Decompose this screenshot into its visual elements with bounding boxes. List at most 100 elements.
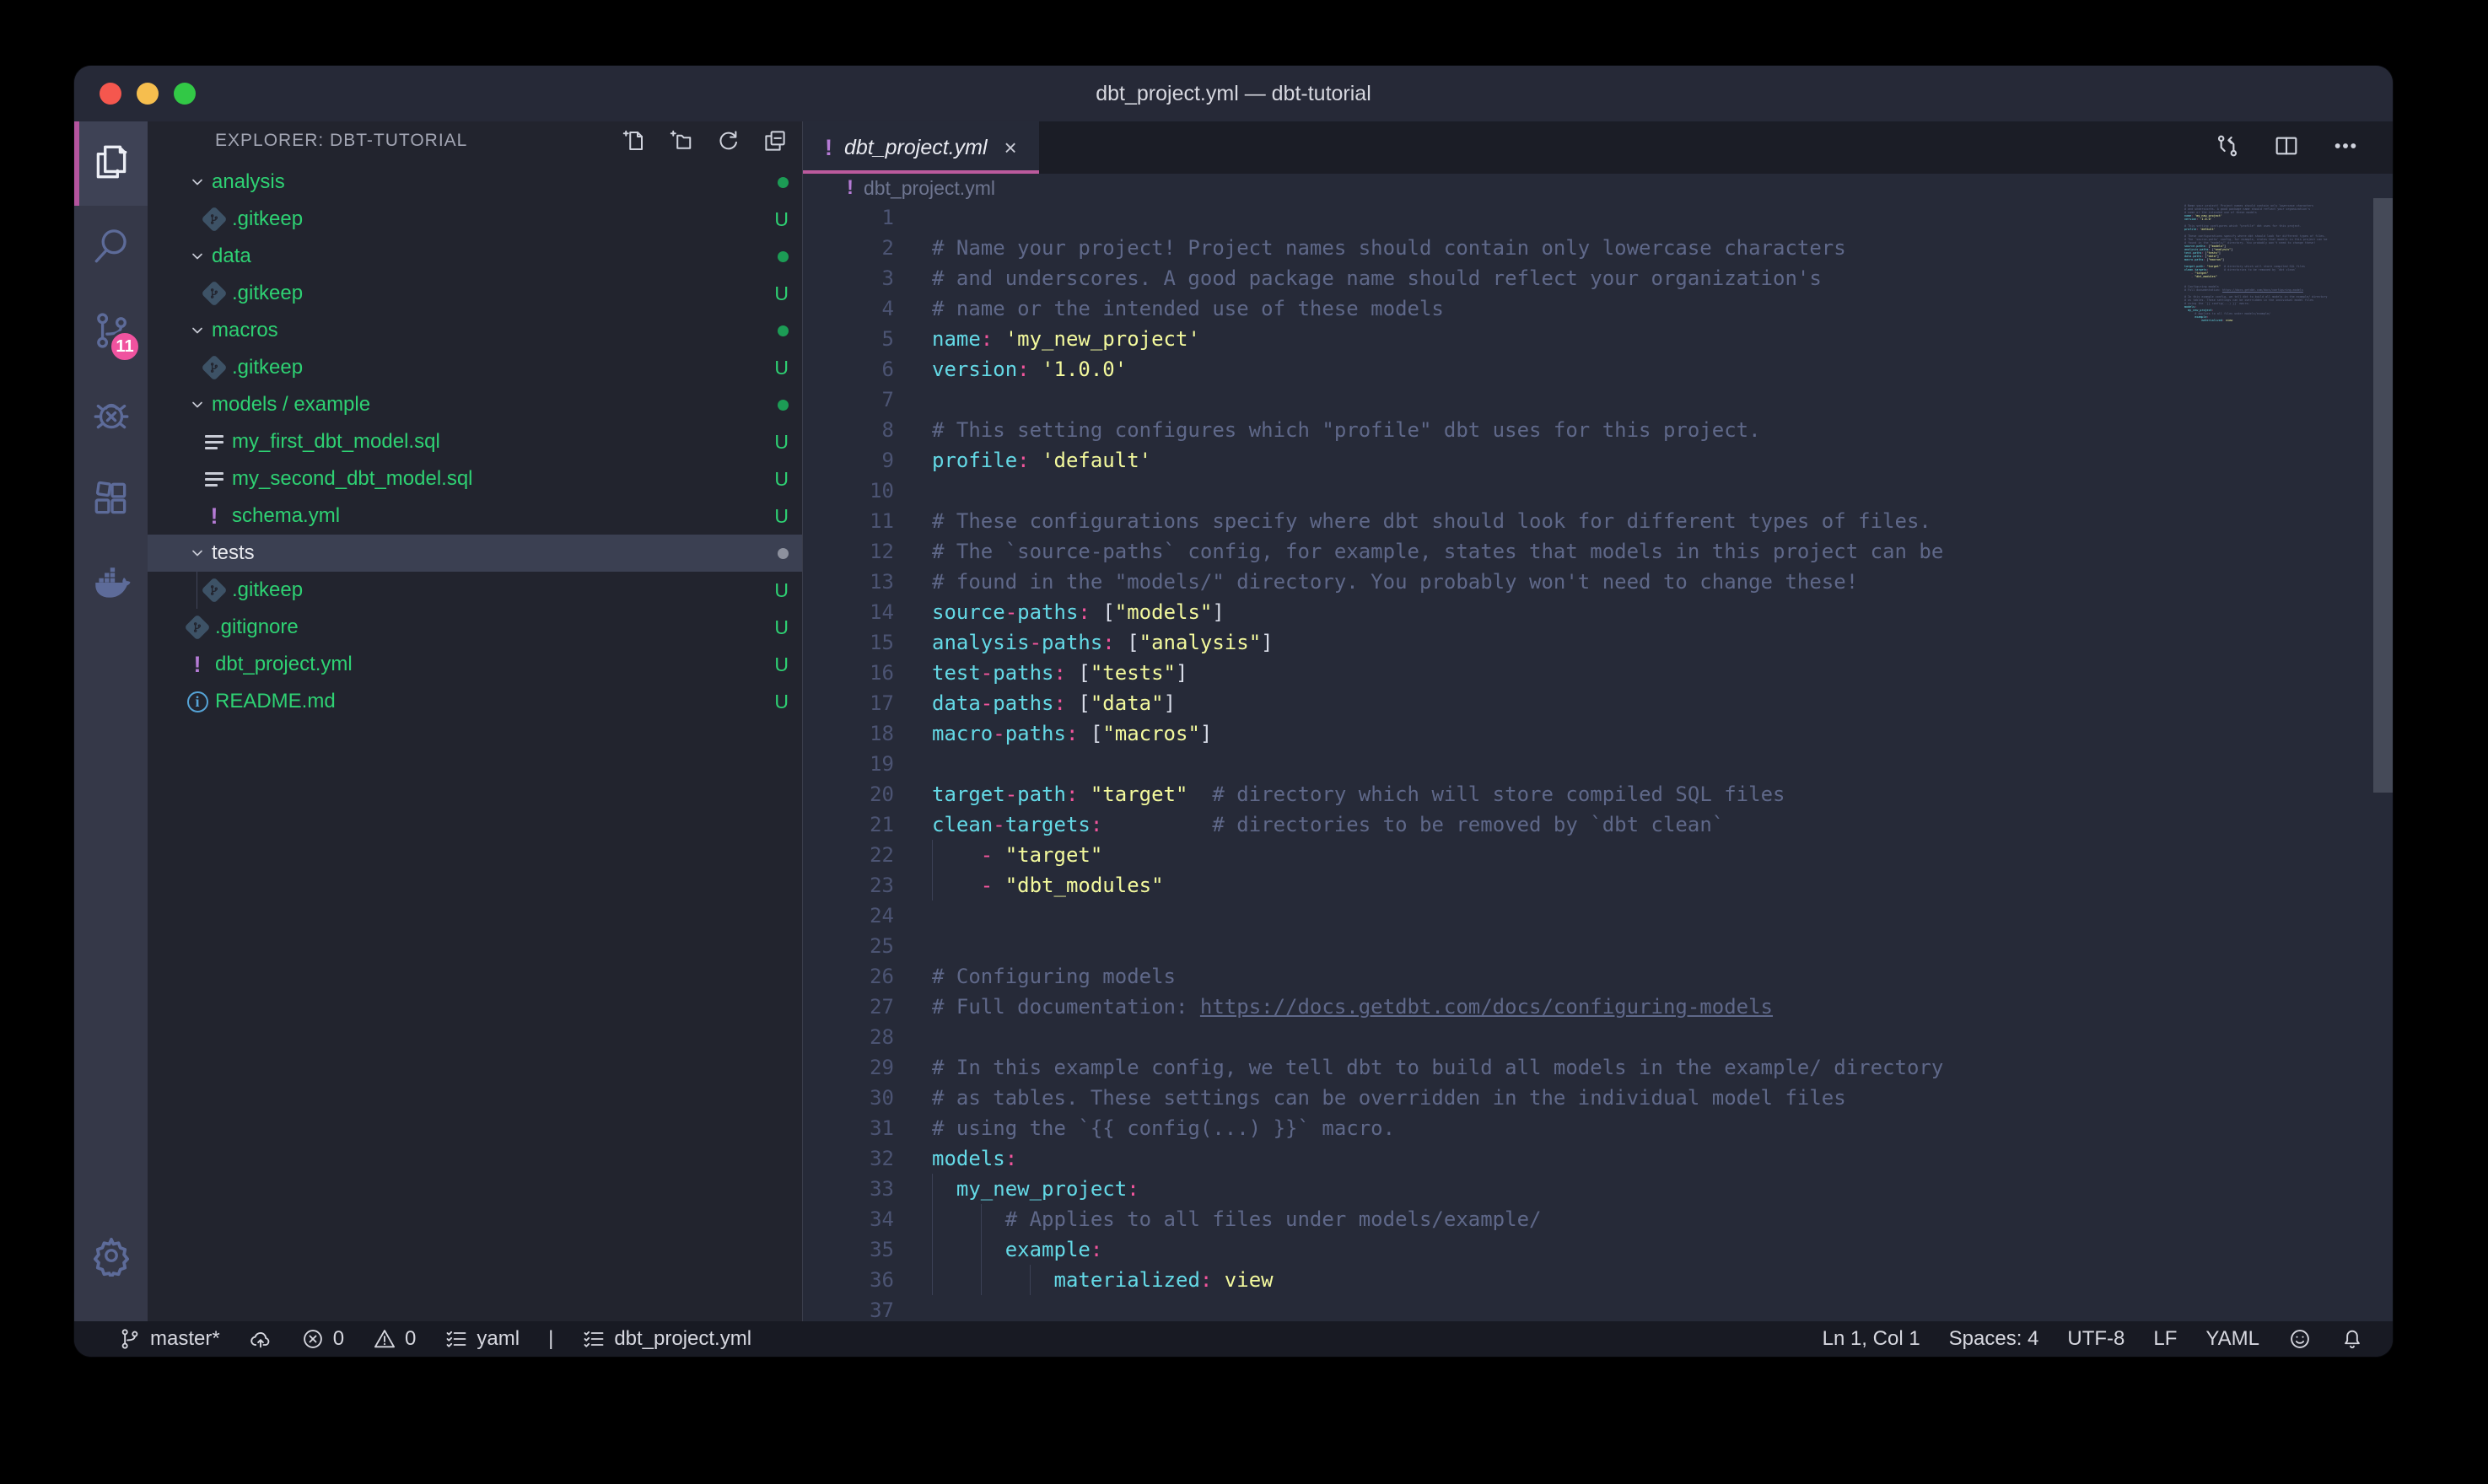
breadcrumb[interactable]: ! dbt_project.yml [803,174,2393,202]
line-number: 32 [803,1143,894,1174]
scrollbar-thumb[interactable] [2373,198,2393,793]
status-checklist[interactable]: yaml [444,1327,520,1351]
compare-changes-button[interactable] [2214,132,2241,164]
tree-item-dbt-project-yml[interactable]: ! dbt_project.yml U [148,646,802,683]
file-tree: analysis .gitkeep U data [148,160,802,1321]
tab-bar: ! dbt_project.yml × [803,121,2393,174]
readme-info-icon: i [186,691,208,712]
titlebar: dbt_project.yml — dbt-tutorial [74,66,2393,121]
tree-item--gitkeep[interactable]: .gitkeep U [148,275,802,312]
more-actions-button[interactable] [2332,132,2359,164]
tree-item-my-second-dbt-model-sql[interactable]: my_second_dbt_model.sql U [148,460,802,497]
folder-status-dot [778,325,789,336]
activity-item-explorer[interactable] [74,121,148,206]
status-utf-8[interactable]: UTF-8 [2067,1327,2124,1351]
tree-item-analysis[interactable]: analysis [148,164,802,201]
code-line: 13 # found in the "models/" directory. Y… [803,567,2393,597]
tree-item-schema-yml[interactable]: ! schema.yml U [148,497,802,535]
line-number: 12 [803,536,894,567]
code-line: 22 - "target" [803,840,2393,870]
tree-item-tests[interactable]: tests [148,535,802,572]
git-file-icon [203,282,225,304]
tree-item--gitignore[interactable]: .gitignore U [148,609,802,646]
line-number: 11 [803,506,894,536]
tree-item-label: analysis [212,170,285,194]
status-lf[interactable]: LF [2153,1327,2177,1351]
activity-item-debug[interactable] [74,374,148,459]
status-ln-1-col-1[interactable]: Ln 1, Col 1 [1823,1327,1920,1351]
minimap[interactable]: # Name your project! Project names shoul… [2184,201,2373,538]
tree-item-data[interactable]: data [148,238,802,275]
status-spaces-4[interactable]: Spaces: 4 [1949,1327,2039,1351]
status-bell[interactable] [2340,1327,2364,1351]
line-number: 31 [803,1113,894,1143]
tree-item-macros[interactable]: macros [148,312,802,349]
explorer-sidebar: EXPLORER: DBT-TUTORIAL analysis .gitkeep… [148,121,803,1321]
tree-item-label: macros [212,319,278,342]
code-line: 30 # as tables. These settings can be ov… [803,1083,2393,1113]
close-window-button[interactable] [100,83,121,105]
tree-item-label: my_second_dbt_model.sql [232,467,473,491]
minimize-window-button[interactable] [137,83,159,105]
line-number: 20 [803,779,894,809]
git-file-icon [186,616,208,638]
status-cloud-upload[interactable] [249,1327,272,1351]
line-number: 15 [803,627,894,658]
line-number: 33 [803,1174,894,1204]
debug-icon [90,394,132,440]
line-number: 24 [803,901,894,931]
status-error-circle[interactable]: 0 [301,1327,344,1351]
close-tab-icon[interactable]: × [999,135,1017,161]
line-number: 35 [803,1234,894,1265]
status-warning-triangle[interactable]: 0 [373,1327,416,1351]
line-number: 18 [803,718,894,749]
folder-status-dot [778,548,789,559]
activity-item-docker[interactable] [74,543,148,627]
activity-item-search[interactable] [74,206,148,290]
code-editor[interactable]: 1 2 # Name your project! Project names s… [803,202,2393,1321]
new-file-button[interactable] [620,127,647,154]
status-git-branch[interactable]: master* [118,1327,220,1351]
yaml-warning-icon: ! [186,653,208,675]
status-bar: master* 0 0 yaml | dbt_project.yml Ln 1,… [74,1321,2393,1357]
code-line: 28 [803,1022,2393,1052]
line-number: 30 [803,1083,894,1113]
tree-item--gitkeep[interactable]: .gitkeep U [148,201,802,238]
line-number: 23 [803,870,894,901]
status-feedback-smiley[interactable] [2288,1327,2312,1351]
activity-item-settings[interactable] [74,1215,148,1299]
activity-item-extensions[interactable] [74,459,148,543]
line-number: 27 [803,992,894,1022]
code-line: 3 # and underscores. A good package name… [803,263,2393,293]
tree-item-models-example[interactable]: models / example [148,386,802,423]
code-line: 14 source-paths: ["models"] [803,597,2393,627]
git-file-icon [203,579,225,601]
status-yaml[interactable]: YAML [2205,1327,2259,1351]
tree-item-label: .gitkeep [232,356,303,379]
code-line: 27 # Full documentation: https://docs.ge… [803,992,2393,1022]
split-editor-button[interactable] [2273,132,2300,164]
code-line: 17 data-paths: ["data"] [803,688,2393,718]
line-number: 4 [803,293,894,324]
new-folder-button[interactable] [667,127,694,154]
git-untracked-badge: U [774,691,789,713]
status--[interactable]: | [548,1327,553,1351]
code-line: 9 profile: 'default' [803,445,2393,476]
line-number: 29 [803,1052,894,1083]
line-number: 37 [803,1295,894,1321]
tree-item-label: my_first_dbt_model.sql [232,430,440,454]
status-checklist[interactable]: dbt_project.yml [582,1327,751,1351]
refresh-button[interactable] [714,127,741,154]
tree-item--gitkeep[interactable]: .gitkeep U [148,572,802,609]
explorer-title: EXPLORER: DBT-TUTORIAL [215,131,620,151]
tree-item-readme-md[interactable]: i README.md U [148,683,802,720]
code-line: 21 clean-targets: # directories to be re… [803,809,2393,840]
collapse-all-button[interactable] [762,127,789,154]
chevron-down-icon [186,248,208,265]
tree-item--gitkeep[interactable]: .gitkeep U [148,349,802,386]
code-line: 36 materialized: view [803,1265,2393,1295]
zoom-window-button[interactable] [174,83,196,105]
activity-item-source-control[interactable]: 11 [74,290,148,374]
tab-dbt-project-yml[interactable]: ! dbt_project.yml × [803,121,1039,174]
tree-item-my-first-dbt-model-sql[interactable]: my_first_dbt_model.sql U [148,423,802,460]
